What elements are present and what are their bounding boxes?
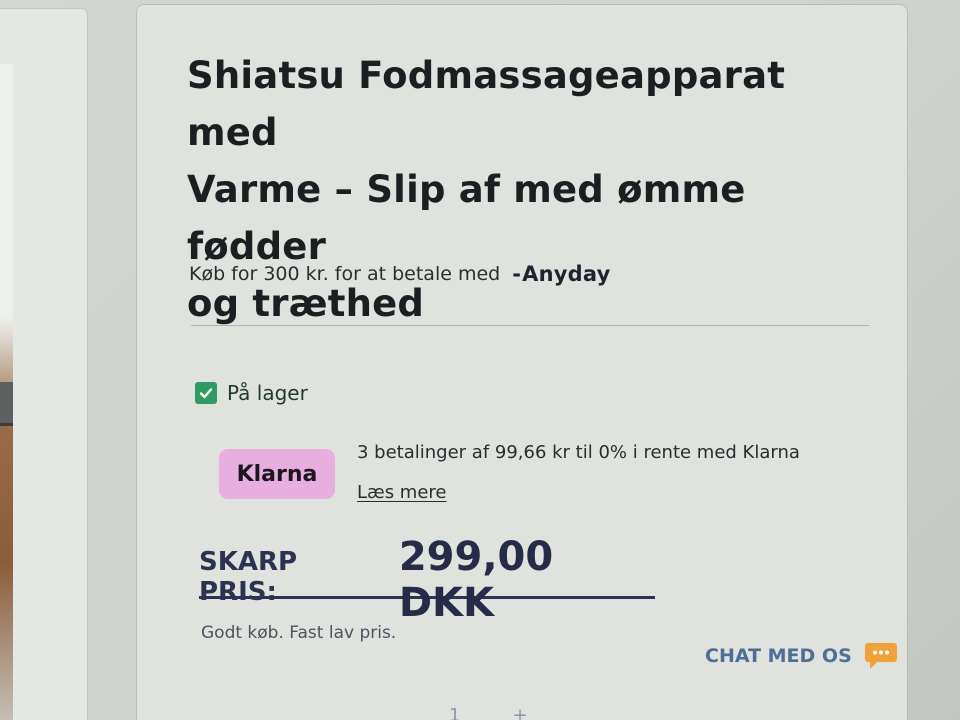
klarna-badge-label: Klarna	[236, 461, 318, 487]
screen: Shiatsu Fodmassageapparat med Varme – Sl…	[0, 0, 960, 720]
chat-bubble-icon	[864, 641, 898, 671]
chat-button[interactable]: CHAT MED OS	[705, 641, 898, 671]
photo-book-detail	[0, 382, 13, 426]
quantity-increment-button[interactable]: +	[512, 705, 527, 720]
klarna-financing-info: 3 betalinger af 99,66 kr til 0% i rente …	[357, 433, 837, 513]
anyday-logo-dash-icon: -	[512, 262, 522, 286]
product-photo[interactable]	[0, 64, 13, 720]
chat-label: CHAT MED OS	[705, 645, 852, 667]
check-icon	[195, 382, 217, 404]
klarna-badge: Klarna	[219, 449, 335, 499]
anyday-logo[interactable]: -Anyday	[512, 262, 610, 286]
stock-status: På lager	[195, 381, 308, 405]
anyday-logo-text: Anyday	[522, 262, 611, 286]
product-info-card: Shiatsu Fodmassageapparat med Varme – Sl…	[136, 4, 908, 720]
price-label: SKARP PRIS:	[199, 547, 298, 607]
klarna-read-more-link[interactable]: Læs mere	[357, 482, 447, 503]
quantity-value[interactable]: 1	[449, 705, 460, 720]
price-note: Godt køb. Fast lav pris.	[201, 623, 397, 643]
anyday-text: Køb for 300 kr. for at betale med	[189, 263, 501, 285]
product-title-line-2: Varme – Slip af med ømme fødder	[187, 168, 746, 268]
anyday-financing-row: Køb for 300 kr. for at betale med -Anyda…	[189, 259, 610, 289]
product-title: Shiatsu Fodmassageapparat med Varme – Sl…	[187, 47, 867, 332]
section-divider	[191, 325, 869, 326]
product-title-line-1: Shiatsu Fodmassageapparat med	[187, 54, 786, 154]
quantity-stepper[interactable]: 1 +	[449, 705, 528, 720]
price-block: SKARP PRIS: 299,00 DKK	[199, 527, 655, 626]
price-value: 299,00 DKK	[398, 534, 554, 626]
klarna-installment-text: 3 betalinger af 99,66 kr til 0% i rente …	[357, 442, 800, 463]
product-image-panel[interactable]	[0, 8, 88, 720]
stock-label: På lager	[227, 381, 308, 405]
